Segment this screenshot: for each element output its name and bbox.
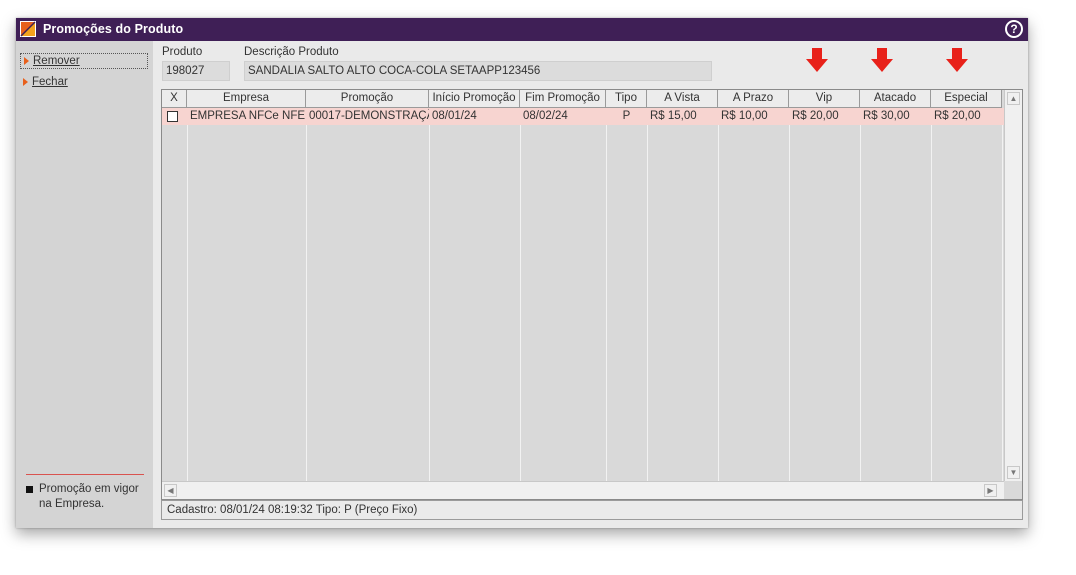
cell-fim: 08/02/24 xyxy=(523,110,568,122)
cell-vip: R$ 20,00 xyxy=(792,110,839,122)
arrow-down-icon xyxy=(946,48,968,72)
status-bar: Cadastro: 08/01/24 08:19:32 Tipo: P (Pre… xyxy=(161,500,1023,520)
column-header-vip[interactable]: Vip xyxy=(789,90,860,108)
remove-button[interactable]: Remover xyxy=(20,53,148,69)
product-field[interactable]: 198027 xyxy=(162,61,230,81)
column-divider xyxy=(606,108,607,481)
column-header-especial[interactable]: Especial xyxy=(931,90,1002,108)
cell-a-vista: R$ 15,00 xyxy=(650,110,697,122)
column-header-atacado[interactable]: Atacado xyxy=(860,90,931,108)
play-triangle-icon xyxy=(24,57,29,65)
column-divider xyxy=(520,108,521,481)
column-header-a-prazo[interactable]: A Prazo xyxy=(718,90,789,108)
arrow-down-icon xyxy=(871,48,893,72)
help-icon[interactable]: ? xyxy=(1005,20,1023,38)
column-header-fim[interactable]: Fim Promoção xyxy=(520,90,606,108)
row-checkbox-cell xyxy=(162,108,187,125)
cell-atacado: R$ 30,00 xyxy=(863,110,910,122)
close-button[interactable]: Fechar xyxy=(20,75,148,91)
column-header-empresa[interactable]: Empresa xyxy=(187,90,306,108)
legend-square-icon xyxy=(26,486,33,493)
scrollbar-corner xyxy=(1004,481,1022,499)
close-button-label: Fechar xyxy=(32,76,68,88)
column-divider xyxy=(1002,108,1003,481)
title-bar: Promoções do Produto ? xyxy=(16,18,1028,41)
scroll-up-icon[interactable]: ▲ xyxy=(1007,92,1020,105)
description-label: Descrição Produto xyxy=(244,46,339,58)
column-divider xyxy=(647,108,648,481)
column-divider xyxy=(429,108,430,481)
column-divider xyxy=(789,108,790,481)
arrow-down-icon xyxy=(806,48,828,72)
column-divider xyxy=(718,108,719,481)
cell-a-prazo: R$ 10,00 xyxy=(721,110,768,122)
promocoes-window: Promoções do Produto ? Remover Fechar Pr… xyxy=(16,18,1028,528)
row-checkbox[interactable] xyxy=(167,111,178,122)
sidebar: Remover Fechar Promoção em vigor na Empr… xyxy=(16,41,153,528)
horizontal-scrollbar[interactable]: ◀ ▶ xyxy=(162,481,1005,499)
product-label: Produto xyxy=(162,46,203,58)
vertical-scrollbar[interactable]: ▲ ▼ xyxy=(1004,90,1022,481)
main-panel: Produto 198027 Descrição Produto SANDALI… xyxy=(153,41,1028,528)
column-header-inicio[interactable]: Início Promoção xyxy=(429,90,520,108)
remove-button-label: Remover xyxy=(33,55,80,67)
cell-tipo: P xyxy=(622,110,631,122)
column-header-a-vista[interactable]: A Vista xyxy=(647,90,718,108)
cell-empresa: EMPRESA NFCe NFE xyxy=(190,110,306,122)
legend-text: Promoção em vigor na Empresa. xyxy=(39,483,139,510)
description-field[interactable]: SANDALIA SALTO ALTO COCA-COLA SETAAPP123… xyxy=(244,61,712,81)
cell-promocao: 00017-DEMONSTRAÇÃO xyxy=(309,110,429,122)
column-divider xyxy=(931,108,932,481)
column-divider xyxy=(306,108,307,481)
app-logo-icon xyxy=(20,21,36,37)
sidebar-divider xyxy=(26,474,144,475)
column-divider xyxy=(187,108,188,481)
scroll-right-icon[interactable]: ▶ xyxy=(984,484,997,497)
column-divider xyxy=(860,108,861,481)
column-header-promocao[interactable]: Promoção xyxy=(306,90,429,108)
cell-inicio: 08/01/24 xyxy=(432,110,477,122)
scroll-down-icon[interactable]: ▼ xyxy=(1007,466,1020,479)
column-header-tipo[interactable]: Tipo xyxy=(606,90,647,108)
scroll-left-icon[interactable]: ◀ xyxy=(164,484,177,497)
window-title: Promoções do Produto xyxy=(43,22,184,36)
table-row[interactable]: EMPRESA NFCe NFE 00017-DEMONSTRAÇÃO 08/0… xyxy=(162,108,1004,125)
promotions-grid[interactable]: X Empresa Promoção Início Promoção Fim P… xyxy=(161,89,1023,500)
column-header-x[interactable]: X xyxy=(162,90,187,108)
cell-especial: R$ 20,00 xyxy=(934,110,981,122)
play-triangle-icon xyxy=(23,78,28,86)
